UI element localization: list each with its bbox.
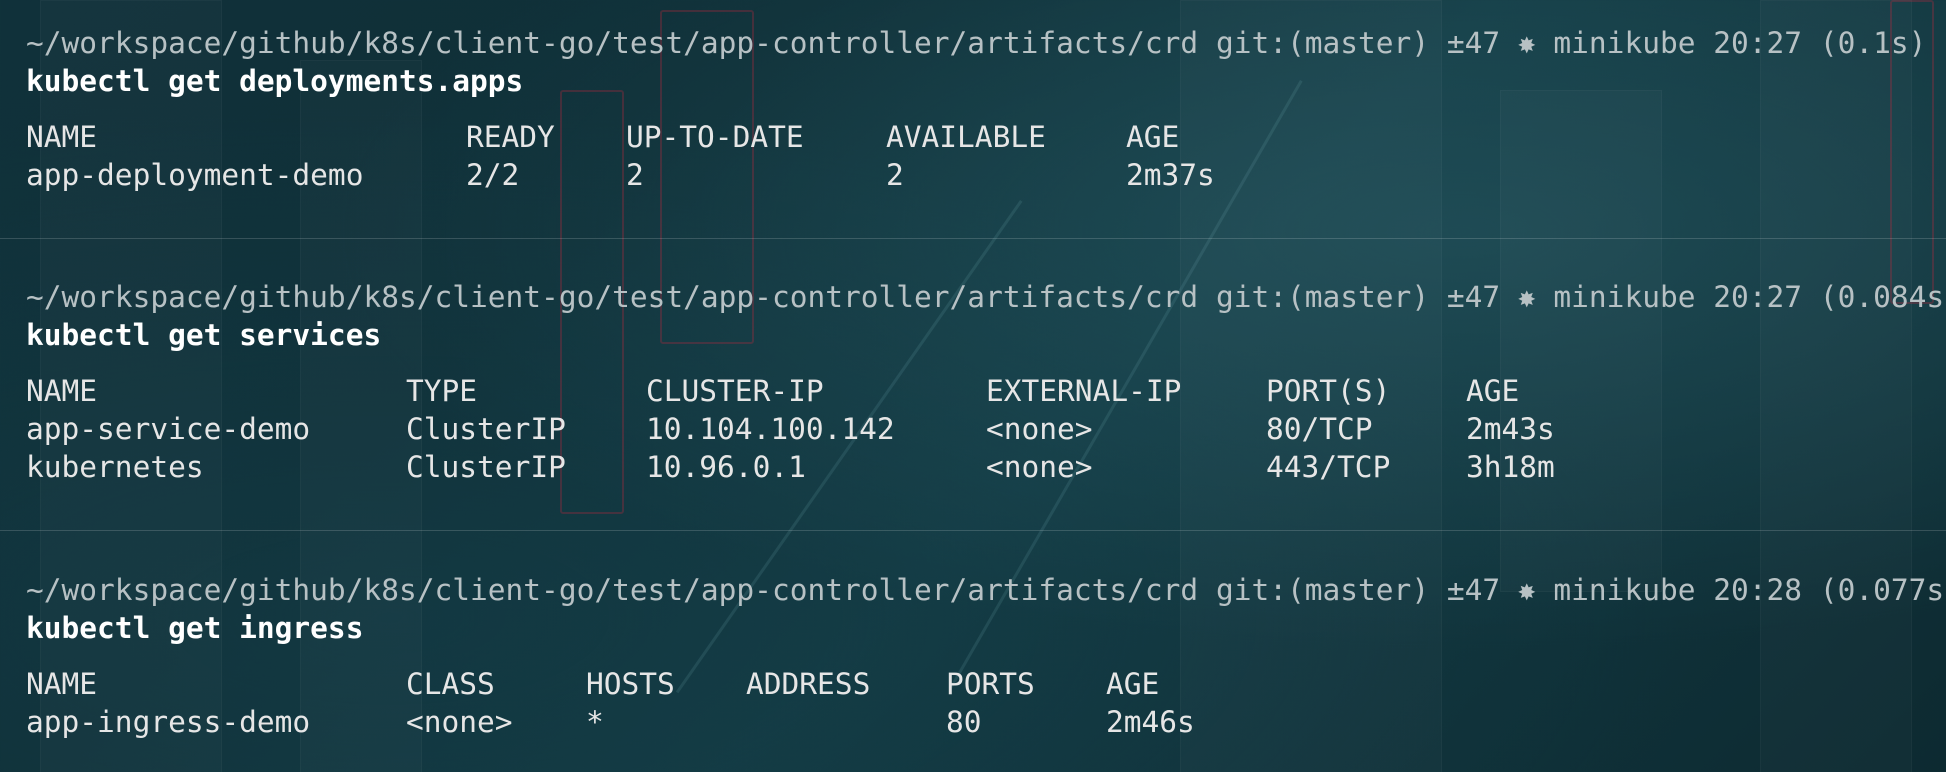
table-cell: 443/TCP <box>1266 450 1391 484</box>
column-header: TYPE <box>406 374 478 408</box>
column-header: CLUSTER-IP <box>646 374 824 408</box>
column-header: UP-TO-DATE <box>626 120 804 154</box>
table-cell: <none> <box>986 450 1093 484</box>
table-cell: 2m46s <box>1106 705 1195 739</box>
table-cell: 80 <box>946 705 982 739</box>
table-row[interactable]: app-deployment-demo 2/2 2 2 2m37s <box>26 156 1926 194</box>
table-row[interactable]: app-service-demo ClusterIP 10.104.100.14… <box>26 410 1926 448</box>
command-line[interactable]: kubectl get ingress <box>26 609 1926 647</box>
table-cell: 2/2 <box>466 158 520 192</box>
column-header: AGE <box>1466 374 1520 408</box>
table-cell: 2 <box>626 158 644 192</box>
column-header: AVAILABLE <box>886 120 1046 154</box>
column-header: CLASS <box>406 667 495 701</box>
terminal-window: ~/workspace/github/k8s/client-go/test/ap… <box>0 0 1946 772</box>
table-header: NAME READY UP-TO-DATE AVAILABLE AGE <box>26 118 1926 156</box>
table-cell: app-deployment-demo <box>26 158 364 192</box>
table-cell: ClusterIP <box>406 450 566 484</box>
table-cell <box>746 703 946 741</box>
table-cell: 80/TCP <box>1266 412 1373 446</box>
column-header: PORT(S) <box>1266 374 1391 408</box>
table-cell: 3h18m <box>1466 450 1555 484</box>
command-block-deployments: ~/workspace/github/k8s/client-go/test/ap… <box>26 24 1926 194</box>
column-header: AGE <box>1106 667 1160 701</box>
table-row[interactable]: kubernetes ClusterIP 10.96.0.1 <none> 44… <box>26 448 1926 486</box>
table-cell: 2m43s <box>1466 412 1555 446</box>
column-header: ADDRESS <box>746 667 871 701</box>
column-header: EXTERNAL-IP <box>986 374 1182 408</box>
table-cell: * <box>586 705 604 739</box>
command-block-ingress: ~/workspace/github/k8s/client-go/test/ap… <box>26 571 1946 741</box>
table-header: NAME CLASS HOSTS ADDRESS PORTS AGE <box>26 665 1926 703</box>
shell-prompt: ~/workspace/github/k8s/client-go/test/ap… <box>26 26 1927 60</box>
table-cell: kubernetes <box>26 450 204 484</box>
column-header: READY <box>466 120 555 154</box>
column-header: NAME <box>26 667 98 701</box>
command-block-services: ~/workspace/github/k8s/client-go/test/ap… <box>26 278 1946 486</box>
table-row[interactable]: app-ingress-demo <none> * 80 2m46s <box>26 703 1926 741</box>
table-cell: 2 <box>886 158 904 192</box>
table-header: NAME TYPE CLUSTER-IP EXTERNAL-IP PORT(S)… <box>26 372 1926 410</box>
column-header: NAME <box>26 374 98 408</box>
divider <box>0 238 1946 239</box>
divider <box>0 530 1946 531</box>
column-header: PORTS <box>946 667 1035 701</box>
table-cell: 10.104.100.142 <box>646 412 895 446</box>
table-cell: <none> <box>986 412 1093 446</box>
table-cell: app-ingress-demo <box>26 705 311 739</box>
table-cell: 2m37s <box>1126 158 1215 192</box>
table-cell: 10.96.0.1 <box>646 450 806 484</box>
table-cell: ClusterIP <box>406 412 566 446</box>
column-header: AGE <box>1126 120 1180 154</box>
command-line[interactable]: kubectl get services <box>26 316 1926 354</box>
command-line[interactable]: kubectl get deployments.apps <box>26 62 1926 100</box>
shell-prompt: ~/workspace/github/k8s/client-go/test/ap… <box>26 573 1946 607</box>
table-cell: app-service-demo <box>26 412 311 446</box>
column-header: NAME <box>26 120 98 154</box>
table-cell: <none> <box>406 705 513 739</box>
column-header: HOSTS <box>586 667 675 701</box>
shell-prompt: ~/workspace/github/k8s/client-go/test/ap… <box>26 280 1946 314</box>
